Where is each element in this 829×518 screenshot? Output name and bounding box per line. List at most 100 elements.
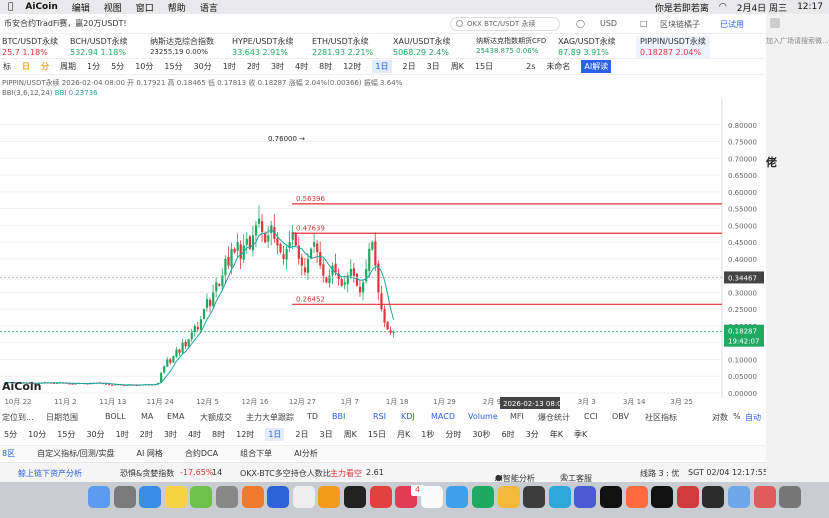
promo-banner[interactable]: 币安合约TradFi赛，赢20万USDT! xyxy=(4,18,127,29)
pb-1s[interactable]: 1秒 xyxy=(421,429,434,440)
pb-3m[interactable]: 3分 xyxy=(526,429,539,440)
pb-quarter[interactable]: 季K xyxy=(574,429,587,440)
bell-icon[interactable]: ◯ xyxy=(576,19,585,28)
dock-app-icon[interactable] xyxy=(446,486,469,508)
line-status[interactable]: 线路 3 : 优 xyxy=(640,468,679,479)
tab-ai-grid[interactable]: AI 网格 xyxy=(136,448,162,459)
dock-app-icon[interactable] xyxy=(267,486,290,508)
menu-help[interactable]: 帮助 xyxy=(168,1,186,14)
wifi-icon[interactable]: ◠ xyxy=(719,2,727,12)
ind-cci[interactable]: CCI xyxy=(584,412,598,421)
period-15d[interactable]: 15日 xyxy=(475,61,493,72)
period-1w[interactable]: 周K xyxy=(451,61,464,72)
ticker-item[interactable]: BCH/USDT永续 532.94 1.18% xyxy=(70,36,128,57)
pb-timeshare[interactable]: 分时 xyxy=(445,429,461,440)
ind-community[interactable]: 社区指标 xyxy=(645,412,677,423)
menu-view[interactable]: 视图 xyxy=(104,1,122,14)
scale-percent[interactable]: % xyxy=(733,412,741,421)
pb-1h[interactable]: 1时 xyxy=(116,429,129,440)
menubar-date[interactable]: 2月4日 周三 xyxy=(737,1,787,14)
ind-large-trade[interactable]: 大额成交 xyxy=(200,412,232,423)
pb-2d[interactable]: 2日 xyxy=(295,429,308,440)
toolbar-period[interactable]: 周期 xyxy=(60,61,76,72)
dock-app-icon[interactable] xyxy=(139,486,162,508)
scale-auto[interactable]: 自动 xyxy=(745,412,761,423)
ind-rsi[interactable]: RSI xyxy=(373,412,386,421)
menubar-time[interactable]: 12:17 xyxy=(797,2,823,12)
pb-30m[interactable]: 30分 xyxy=(86,429,104,440)
pb-15d[interactable]: 15日 xyxy=(368,429,386,440)
dock-app-icon[interactable] xyxy=(344,486,366,508)
ticker-icon[interactable]: □ xyxy=(640,19,648,28)
pb-10m[interactable]: 10分 xyxy=(28,429,46,440)
pb-2h[interactable]: 2时 xyxy=(140,429,153,440)
period-3h[interactable]: 3时 xyxy=(271,61,284,72)
period-1d[interactable]: 1日 xyxy=(372,60,392,73)
close-icon[interactable] xyxy=(770,18,780,28)
date-range[interactable]: 日期范围 xyxy=(46,412,78,423)
dock-app-icon[interactable] xyxy=(420,486,443,508)
toolbar-day[interactable]: 日 xyxy=(22,61,30,72)
pb-1mo[interactable]: 月K xyxy=(397,429,410,440)
period-8h[interactable]: 8时 xyxy=(319,61,332,72)
pb-1w[interactable]: 周K xyxy=(344,429,357,440)
pb-8h[interactable]: 8时 xyxy=(212,429,225,440)
ticker-item[interactable]: BTC/USDT永续 25.7 1.18% xyxy=(2,36,58,57)
dock-app-icon[interactable] xyxy=(318,486,341,508)
menu-edit[interactable]: 编辑 xyxy=(72,1,90,14)
dock-app-icon[interactable] xyxy=(369,486,392,508)
menu-language[interactable]: 语言 xyxy=(200,1,218,14)
currency-select[interactable]: USD xyxy=(600,19,617,28)
ind-volume[interactable]: Volume xyxy=(468,412,498,421)
watch-label[interactable]: 区块链橘子 xyxy=(660,19,700,30)
dock-app-icon[interactable] xyxy=(523,486,546,508)
dock-app-icon[interactable] xyxy=(779,486,802,508)
dock-app-icon[interactable] xyxy=(702,486,725,508)
pb-30s[interactable]: 30秒 xyxy=(472,429,490,440)
ind-liquidation[interactable]: 爆仓统计 xyxy=(538,412,570,423)
ind-kdj[interactable]: KDJ xyxy=(401,412,415,421)
dock-app-icon[interactable] xyxy=(113,486,136,508)
ticker-item[interactable]: XAG/USDT永续 87.89 3.91% xyxy=(558,36,616,57)
dock-app-icon[interactable] xyxy=(497,486,520,508)
ind-boll[interactable]: BOLL xyxy=(105,412,126,421)
period-30m[interactable]: 30分 xyxy=(194,61,212,72)
scale-log[interactable]: 对数 xyxy=(712,412,728,423)
dock-app-icon[interactable] xyxy=(728,486,750,508)
ticker-item[interactable]: ETH/USDT永续 2281.93 2.21% xyxy=(312,36,373,57)
ind-ema[interactable]: EMA xyxy=(167,412,184,421)
period-2d[interactable]: 2日 xyxy=(403,61,416,72)
dock-app-icon[interactable] xyxy=(676,486,699,508)
ind-obv[interactable]: OBV xyxy=(612,412,629,421)
period-4h[interactable]: 4时 xyxy=(295,61,308,72)
pb-1d[interactable]: 1日 xyxy=(265,427,285,441)
ind-macd[interactable]: MACD xyxy=(431,412,455,421)
ind-td[interactable]: TD xyxy=(307,412,318,421)
ind-bbi[interactable]: BBI xyxy=(332,412,345,421)
ticker-item-active[interactable]: PIPPIN/USDT永续 0.18287 2.04% xyxy=(636,36,710,58)
dock-app-icon[interactable] xyxy=(574,486,597,508)
tab-dca[interactable]: 合约DCA xyxy=(185,448,218,459)
dock-app-icon[interactable] xyxy=(190,486,213,508)
period-1m[interactable]: 1分 xyxy=(87,61,100,72)
tab-combo-order[interactable]: 组合下单 xyxy=(240,448,272,459)
ai-explain-button[interactable]: AI解读 xyxy=(581,60,612,73)
pb-15m[interactable]: 15分 xyxy=(57,429,75,440)
period-1h[interactable]: 1时 xyxy=(223,61,236,72)
dock-app-icon[interactable] xyxy=(88,486,110,508)
pb-12h[interactable]: 12时 xyxy=(236,429,254,440)
period-15m[interactable]: 15分 xyxy=(164,61,182,72)
menu-window[interactable]: 窗口 xyxy=(136,1,154,14)
ticker-item[interactable]: HYPE/USDT永续 33.643 2.91% xyxy=(232,36,293,57)
now-playing[interactable]: 你是若即若离 xyxy=(655,1,709,14)
price-chart[interactable]: 0.000000.050000.100000.150000.200000.250… xyxy=(0,98,766,410)
toolbar-min[interactable]: 分 xyxy=(41,61,49,72)
ticker-item[interactable]: 纳斯达克指数期货CFD 25438.875 0.06% xyxy=(476,36,546,55)
ticker-item[interactable]: XAU/USDT永续 5068.29 2.4% xyxy=(393,36,450,57)
dock-app-icon[interactable] xyxy=(164,486,187,508)
pb-6h[interactable]: 6时 xyxy=(502,429,515,440)
period-2h[interactable]: 2时 xyxy=(247,61,260,72)
dock-app-icon[interactable] xyxy=(216,486,238,508)
period-10m[interactable]: 10分 xyxy=(135,61,153,72)
dock-app-icon[interactable] xyxy=(753,486,776,508)
